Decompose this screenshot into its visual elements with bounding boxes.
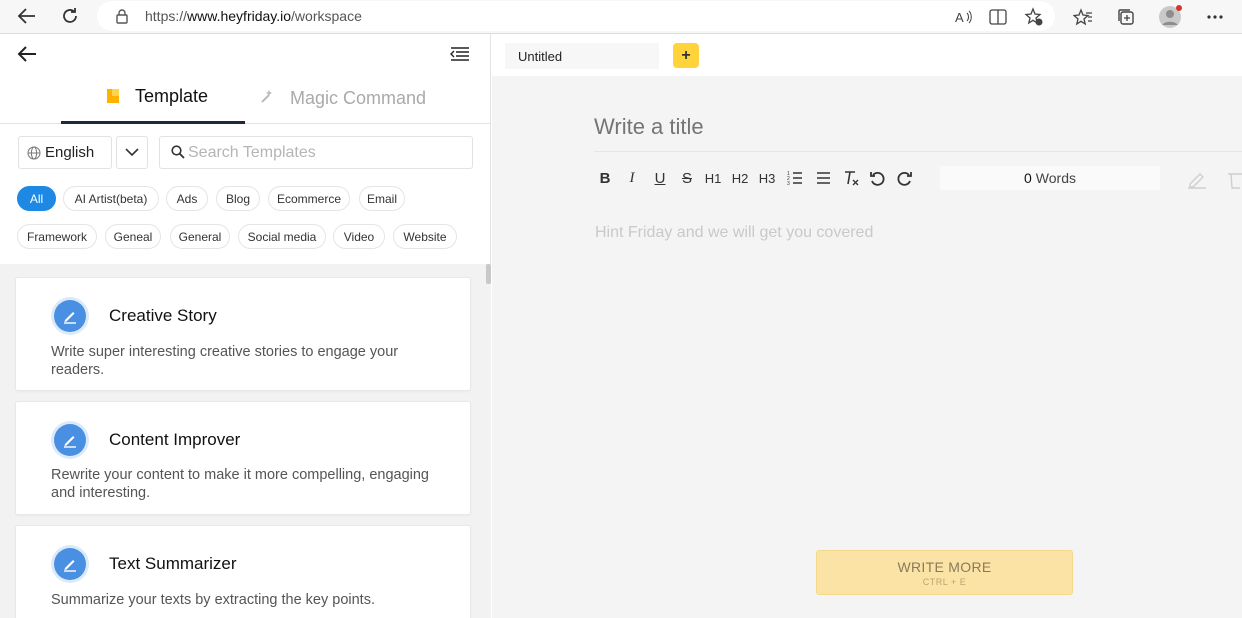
document-tab[interactable]: Untitled [505, 43, 659, 69]
card-title: Content Improver [109, 430, 241, 449]
ordered-list-icon[interactable]: 123 [784, 166, 806, 190]
category-chip[interactable]: Video [333, 224, 385, 249]
pen-icon [54, 300, 86, 332]
language-value: English [45, 144, 95, 161]
redo-icon[interactable] [894, 166, 916, 190]
word-count: 0 Words [940, 166, 1160, 190]
template-list[interactable]: Creative Story Write super interesting c… [0, 264, 491, 618]
category-chip[interactable]: Ads [166, 186, 208, 211]
language-dropdown-toggle[interactable] [116, 136, 148, 169]
word-count-value: 0 [1024, 170, 1032, 186]
template-icon [106, 88, 122, 106]
search-input[interactable] [188, 137, 468, 168]
editor-extra-tools [1186, 166, 1242, 190]
pen-icon [54, 424, 86, 456]
more-menu-icon[interactable] [1204, 6, 1226, 28]
back-arrow-icon[interactable] [16, 44, 42, 66]
collections-icon[interactable] [1115, 6, 1137, 28]
card-title: Text Summarizer [109, 554, 237, 573]
heading-1-button[interactable]: H1 [702, 166, 724, 190]
italic-button[interactable]: I [621, 166, 643, 190]
category-chip[interactable]: All [17, 186, 56, 211]
editor-panel: Untitled + B I U S H1 H2 H3 123 0 Words [492, 34, 1242, 618]
category-chip[interactable]: General [170, 224, 230, 249]
card-description: Summarize your texts by extracting the k… [51, 592, 375, 608]
template-search[interactable] [159, 136, 473, 169]
lock-icon [115, 8, 129, 29]
trash-icon[interactable] [1226, 168, 1242, 195]
bold-button[interactable]: B [594, 166, 616, 190]
svg-text:3: 3 [787, 181, 790, 186]
category-chip[interactable]: Email [359, 186, 405, 211]
split-screen-icon[interactable] [987, 6, 1009, 28]
read-aloud-icon[interactable]: A [953, 6, 975, 28]
card-title: Creative Story [109, 306, 217, 325]
globe-icon [27, 146, 41, 164]
title-divider [594, 151, 1242, 152]
browser-toolbar: https://www.heyfriday.io/workspace A [0, 0, 1242, 34]
magic-wand-icon [260, 88, 276, 106]
category-chip[interactable]: Website [393, 224, 457, 249]
add-document-button[interactable]: + [673, 43, 699, 68]
tab-magic-label: Magic Command [290, 87, 427, 108]
template-card[interactable]: Creative Story Write super interesting c… [15, 277, 471, 391]
category-chip[interactable]: Framework [17, 224, 97, 249]
document-tabs: Untitled + [492, 34, 1242, 76]
browser-back-icon[interactable] [15, 5, 39, 27]
title-input[interactable] [594, 114, 1242, 140]
favorites-icon[interactable] [1072, 6, 1094, 28]
scrollbar-thumb[interactable] [486, 264, 491, 284]
tab-template-label: Template [135, 86, 209, 106]
eraser-icon[interactable] [1186, 168, 1208, 195]
strikethrough-button[interactable]: S [676, 166, 698, 190]
card-description: Write super interesting creative stories… [51, 344, 399, 378]
category-chip[interactable]: Social media [238, 224, 326, 249]
language-select[interactable]: English [18, 136, 112, 169]
url-text: https://www.heyfriday.io/workspace [145, 8, 362, 24]
write-more-button[interactable]: WRITE MORE CTRL + E [816, 550, 1073, 595]
tab-template[interactable]: Template [61, 72, 245, 124]
underline-button[interactable]: U [649, 166, 671, 190]
template-card[interactable]: Text Summarizer Summarize your texts by … [15, 525, 471, 618]
bullet-list-icon[interactable] [812, 166, 834, 190]
browser-refresh-icon[interactable] [58, 5, 82, 27]
category-chip[interactable]: Blog [216, 186, 260, 211]
profile-avatar[interactable] [1158, 4, 1184, 30]
category-chip[interactable]: AI Artist(beta) [63, 186, 159, 211]
category-chip[interactable]: Geneal [105, 224, 161, 249]
heading-2-button[interactable]: H2 [729, 166, 751, 190]
add-favorite-icon[interactable] [1023, 6, 1045, 28]
editor-hint[interactable]: Hint Friday and we will get you covered [595, 224, 873, 242]
filter-bar: English All AI Artist(beta) Ads Blog Ecommer… [0, 124, 491, 264]
pen-icon [54, 548, 86, 580]
undo-icon[interactable] [866, 166, 888, 190]
word-count-label: Words [1035, 170, 1076, 186]
clear-format-icon[interactable] [840, 166, 862, 190]
template-card[interactable]: Content Improver Rewrite your content to… [15, 401, 471, 515]
chevron-down-icon [125, 144, 139, 162]
tab-magic-command[interactable]: Magic Command [258, 72, 458, 124]
heading-3-button[interactable]: H3 [756, 166, 778, 190]
collapse-menu-icon[interactable] [450, 46, 474, 66]
panel-tabs: Template Magic Command [0, 72, 491, 124]
search-icon [171, 145, 185, 164]
write-more-label: WRITE MORE [897, 558, 992, 575]
address-bar[interactable]: https://www.heyfriday.io/workspace [97, 1, 1055, 31]
card-description: Rewrite your content to make it more com… [51, 467, 429, 501]
write-more-shortcut: CTRL + E [922, 576, 967, 587]
category-chip[interactable]: Ecommerce [268, 186, 350, 211]
svg-text:A: A [955, 10, 964, 24]
template-panel: Template Magic Command English A [0, 34, 491, 618]
